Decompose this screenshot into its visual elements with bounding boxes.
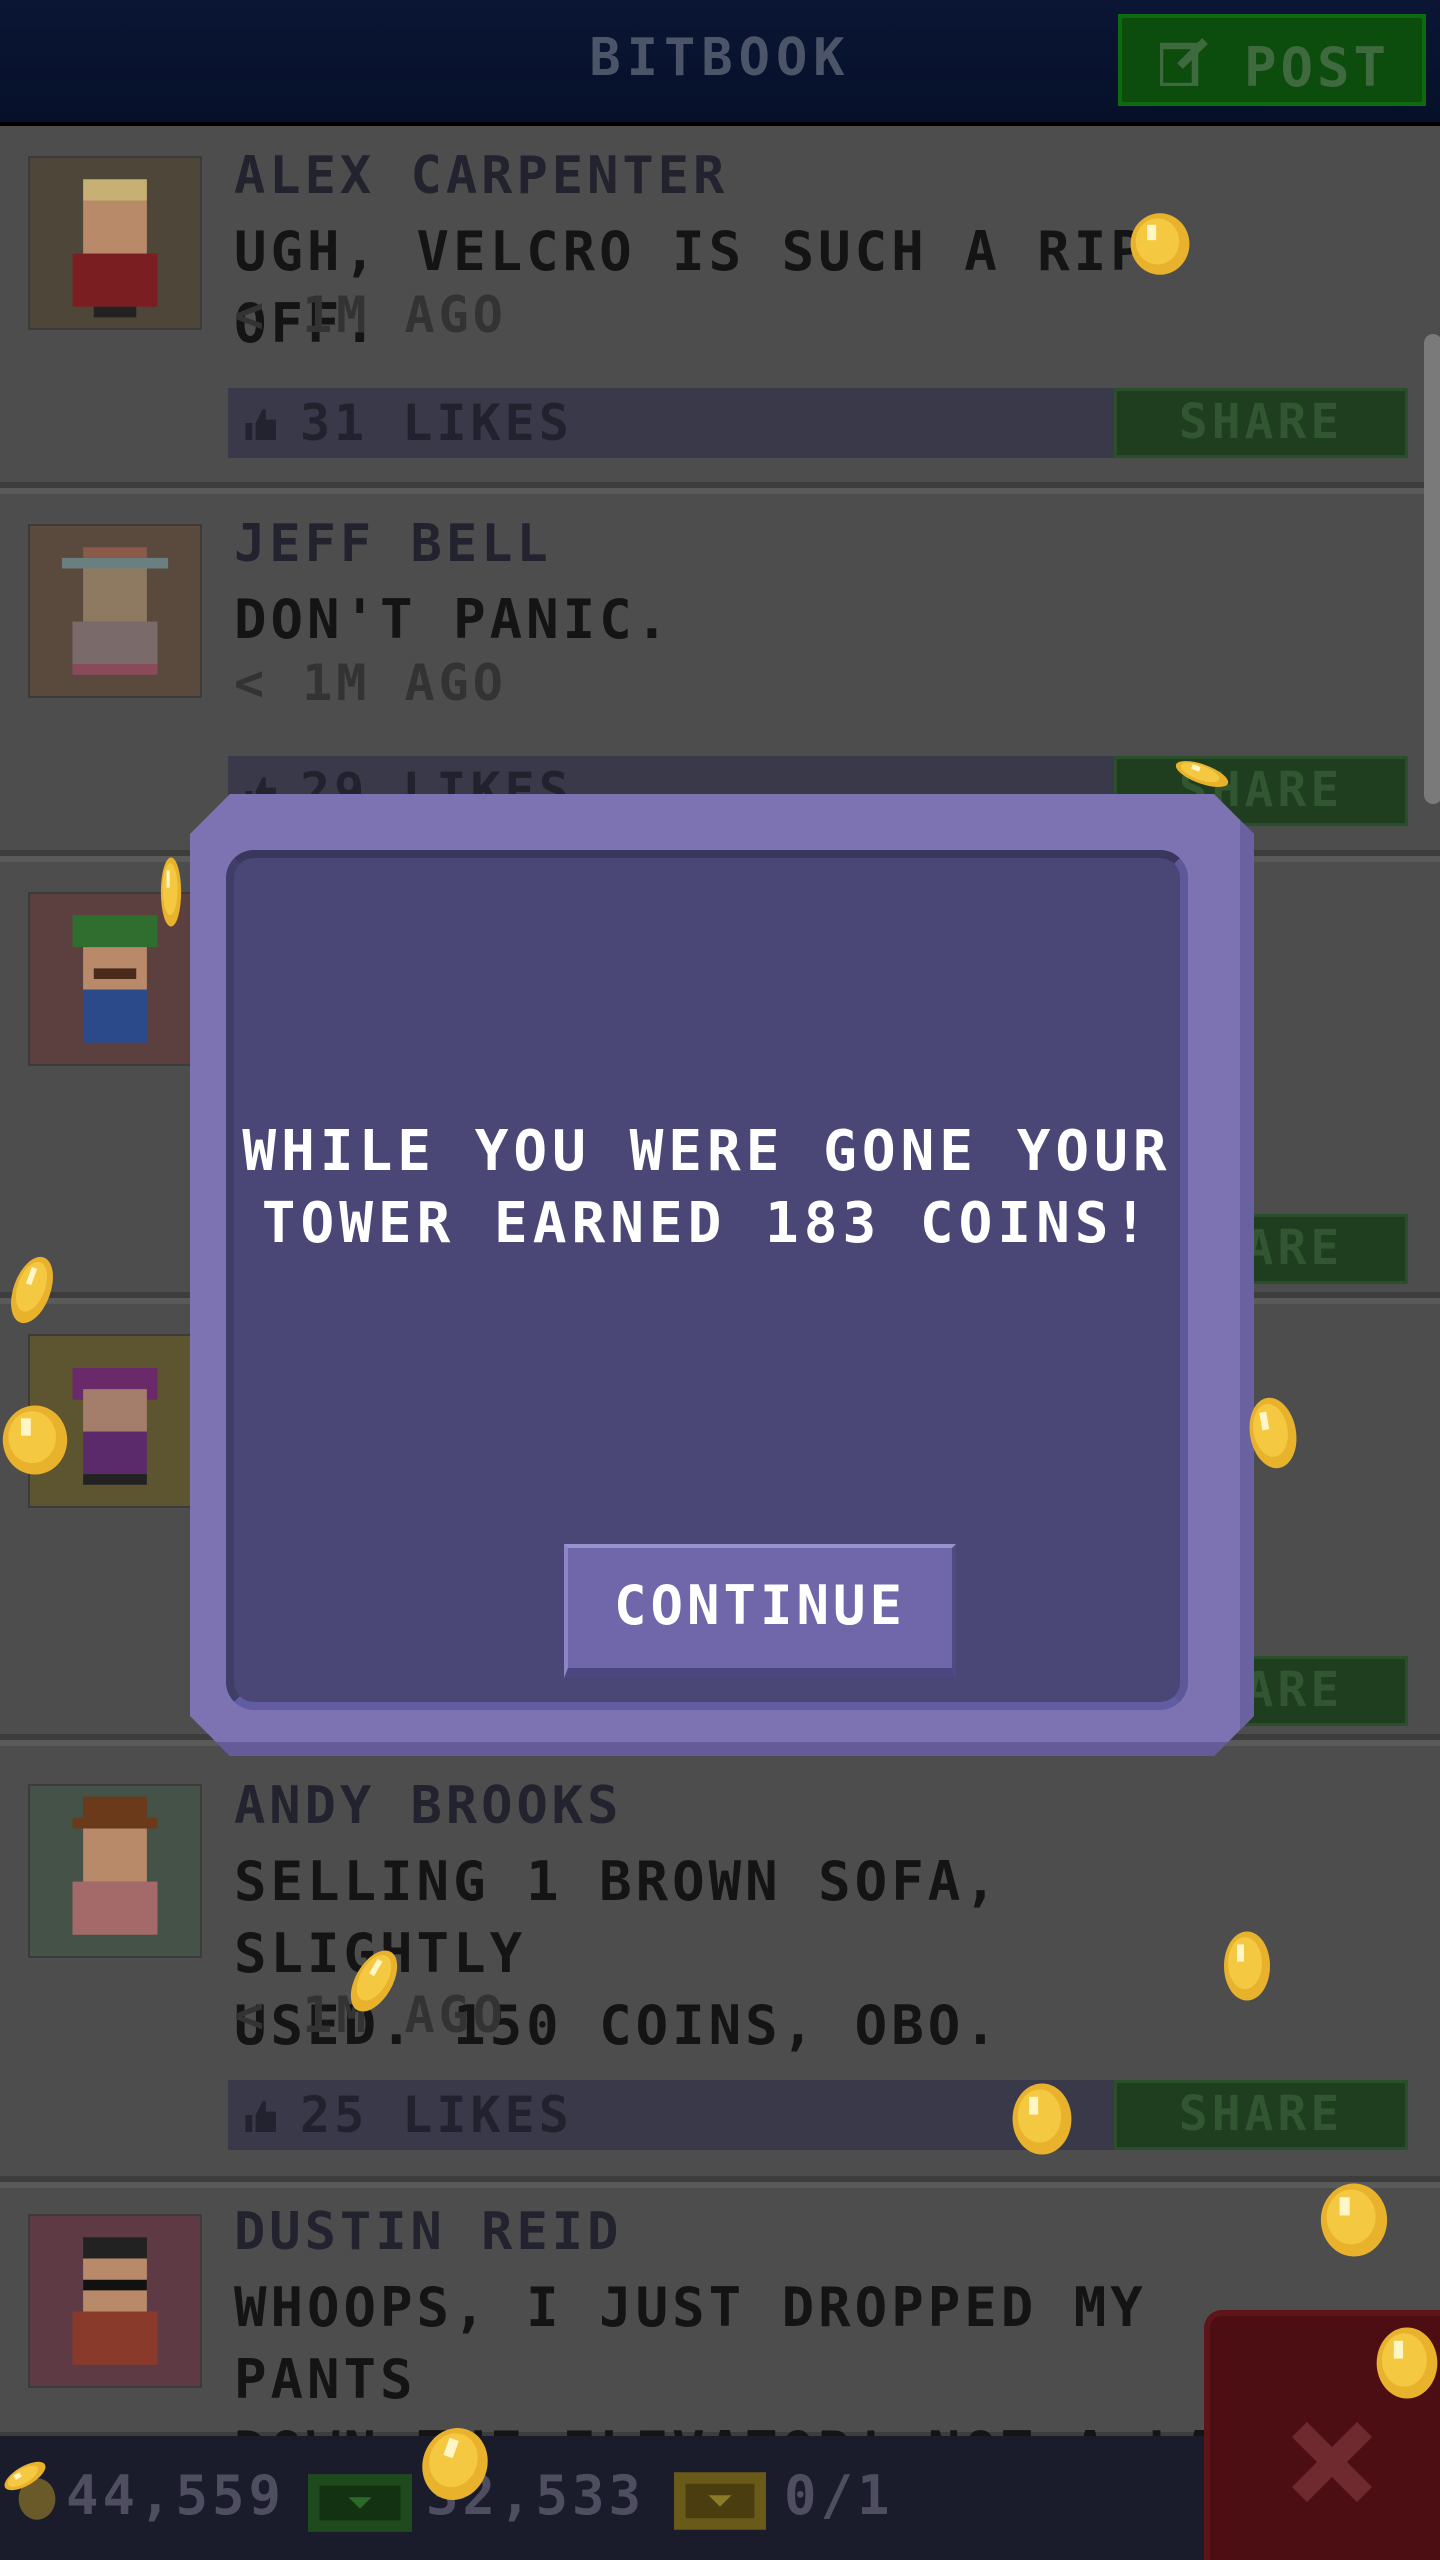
coin-icon xyxy=(1222,1930,1272,2002)
coin-icon xyxy=(0,1404,70,1476)
avatar-figure xyxy=(72,1796,158,1935)
coin-icon xyxy=(160,856,182,928)
edit-icon xyxy=(1160,38,1208,86)
bux-icon xyxy=(308,2474,412,2532)
close-icon xyxy=(1292,2422,1372,2502)
dialog-panel: WHILE YOU WERE GONE YOUR TOWER EARNED 18… xyxy=(226,850,1188,1710)
avatar[interactable] xyxy=(28,1784,202,1958)
likes-bar: 25 LIKES SHARE xyxy=(228,2080,1408,2150)
likes-count: 25 LIKES xyxy=(300,2086,573,2144)
avatar-figure xyxy=(61,547,169,675)
thumb-up-icon[interactable] xyxy=(242,2098,276,2132)
feed-post: ALEX CARPENTER UGH, VELCRO IS SUCH A RIP… xyxy=(0,126,1440,488)
coin-count: 44,559 xyxy=(66,2464,286,2527)
scrollbar[interactable] xyxy=(1424,334,1440,804)
app-header: BITBOOK POST xyxy=(0,0,1440,126)
coin-icon xyxy=(1128,212,1192,276)
avatar[interactable] xyxy=(28,156,202,330)
likes-bar: 31 LIKES SHARE xyxy=(228,388,1408,458)
coin-icon xyxy=(1318,2182,1390,2258)
post-author[interactable]: ANDY BROOKS xyxy=(234,1776,622,1836)
chest-count: 0/1 xyxy=(784,2464,894,2527)
coin-icon xyxy=(1010,2082,1074,2156)
share-button[interactable]: SHARE xyxy=(1114,388,1408,458)
post-time: < 1M AGO xyxy=(234,654,507,712)
post-author[interactable]: JEFF BELL xyxy=(234,514,552,574)
avatar[interactable] xyxy=(28,524,202,698)
avatar-figure xyxy=(72,2237,158,2365)
avatar[interactable] xyxy=(28,2214,202,2388)
post-time: < 1M AGO xyxy=(234,286,507,344)
continue-button[interactable]: CONTINUE xyxy=(564,1544,956,1678)
thumb-up-icon[interactable] xyxy=(242,406,276,440)
chest-icon xyxy=(674,2472,766,2530)
coin-icon xyxy=(1374,2326,1440,2400)
post-button-label: POST xyxy=(1244,36,1391,99)
likes-count: 31 LIKES xyxy=(300,394,573,452)
avatar-figure xyxy=(72,179,158,318)
share-button[interactable]: SHARE xyxy=(1114,2080,1408,2150)
post-button[interactable]: POST xyxy=(1118,14,1426,106)
offline-earnings-dialog: WHILE YOU WERE GONE YOUR TOWER EARNED 18… xyxy=(190,794,1254,1756)
post-author[interactable]: DUSTIN REID xyxy=(234,2202,622,2262)
post-author[interactable]: ALEX CARPENTER xyxy=(234,146,728,206)
dialog-message: WHILE YOU WERE GONE YOUR TOWER EARNED 18… xyxy=(242,1119,1172,1256)
post-text: DON'T PANIC. xyxy=(234,588,673,651)
